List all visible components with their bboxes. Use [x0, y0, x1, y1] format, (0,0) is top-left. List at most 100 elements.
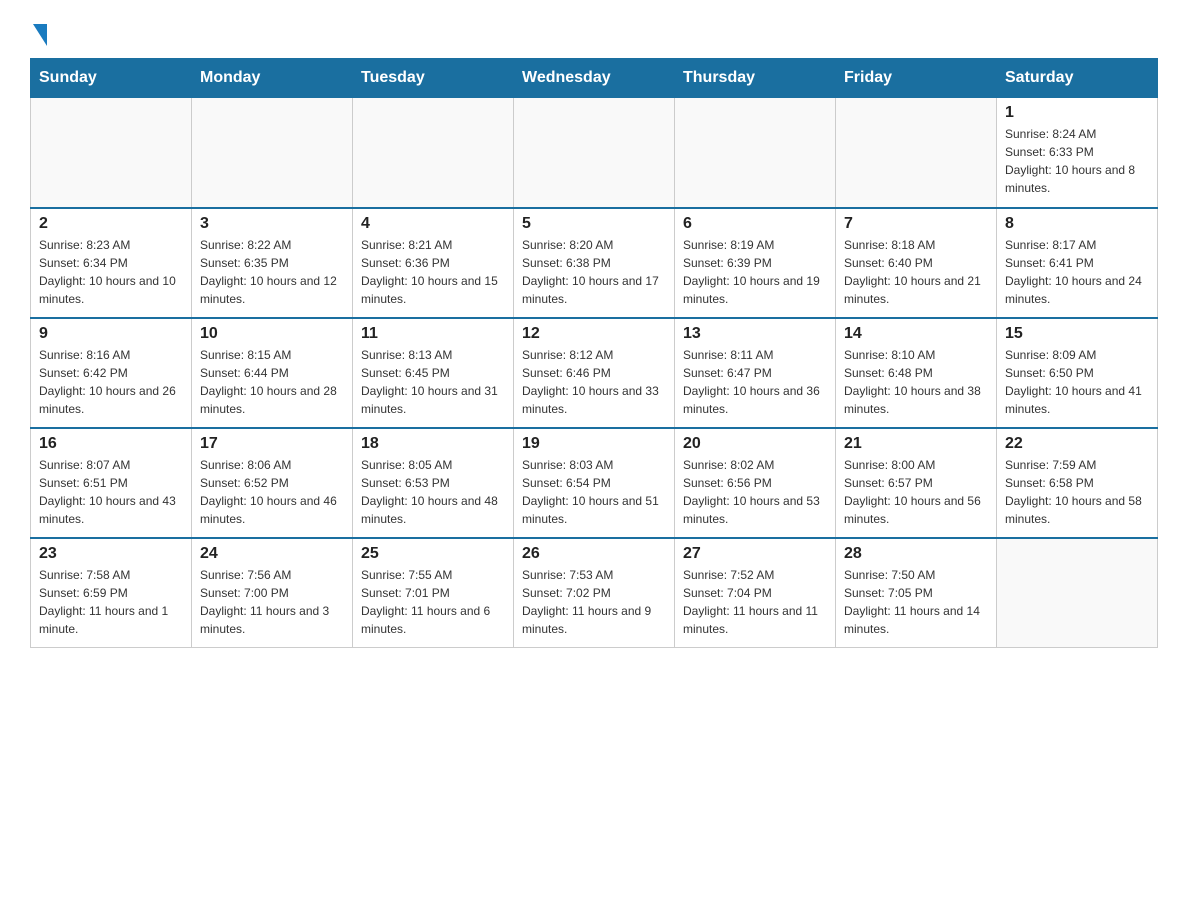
weekday-header-saturday: Saturday — [997, 59, 1158, 98]
day-info: Sunrise: 8:24 AM Sunset: 6:33 PM Dayligh… — [1005, 125, 1149, 197]
day-number: 24 — [200, 545, 344, 563]
day-number: 11 — [361, 325, 505, 343]
calendar-cell: 16Sunrise: 8:07 AM Sunset: 6:51 PM Dayli… — [31, 428, 192, 538]
day-info: Sunrise: 8:03 AM Sunset: 6:54 PM Dayligh… — [522, 456, 666, 528]
page-header — [30, 20, 1158, 42]
day-number: 14 — [844, 325, 988, 343]
day-number: 22 — [1005, 435, 1149, 453]
day-info: Sunrise: 8:23 AM Sunset: 6:34 PM Dayligh… — [39, 236, 183, 308]
day-info: Sunrise: 8:20 AM Sunset: 6:38 PM Dayligh… — [522, 236, 666, 308]
logo — [30, 20, 47, 42]
calendar-cell — [836, 98, 997, 208]
day-info: Sunrise: 7:50 AM Sunset: 7:05 PM Dayligh… — [844, 566, 988, 638]
calendar-cell: 28 Sunrise: 7:50 AM Sunset: 7:05 PM Dayli… — [836, 538, 997, 648]
day-number: 12 — [522, 325, 666, 343]
weekday-header-sunday: Sunday — [31, 59, 192, 98]
calendar-cell: 27 Sunrise: 7:52 AM Sunset: 7:04 PM Dayli… — [675, 538, 836, 648]
day-number: 1 — [1005, 104, 1149, 122]
day-info: Sunrise: 8:18 AM Sunset: 6:40 PM Dayligh… — [844, 236, 988, 308]
calendar-cell: 12 Sunrise: 8:12 AM Sunset: 6:46 PM Dayli… — [514, 318, 675, 428]
calendar-week-row: 16Sunrise: 8:07 AM Sunset: 6:51 PM Dayli… — [31, 428, 1158, 538]
calendar-cell: 25 Sunrise: 7:55 AM Sunset: 7:01 PM Dayli… — [353, 538, 514, 648]
day-number: 28 — [844, 545, 988, 563]
calendar-cell: 10 Sunrise: 8:15 AM Sunset: 6:44 PM Dayli… — [192, 318, 353, 428]
calendar-cell: 26 Sunrise: 7:53 AM Sunset: 7:02 PM Dayli… — [514, 538, 675, 648]
weekday-header-monday: Monday — [192, 59, 353, 98]
day-info: Sunrise: 8:10 AM Sunset: 6:48 PM Dayligh… — [844, 346, 988, 418]
calendar-week-row: 2 Sunrise: 8:23 AM Sunset: 6:34 PM Daylig… — [31, 208, 1158, 318]
day-number: 19 — [522, 435, 666, 453]
weekday-header-thursday: Thursday — [675, 59, 836, 98]
day-number: 15 — [1005, 325, 1149, 343]
day-info: Sunrise: 7:55 AM Sunset: 7:01 PM Dayligh… — [361, 566, 505, 638]
day-info: Sunrise: 8:22 AM Sunset: 6:35 PM Dayligh… — [200, 236, 344, 308]
day-info: Sunrise: 8:00 AM Sunset: 6:57 PM Dayligh… — [844, 456, 988, 528]
day-info: Sunrise: 8:19 AM Sunset: 6:39 PM Dayligh… — [683, 236, 827, 308]
day-info: Sunrise: 7:56 AM Sunset: 7:00 PM Dayligh… — [200, 566, 344, 638]
day-number: 7 — [844, 215, 988, 233]
calendar-cell: 11 Sunrise: 8:13 AM Sunset: 6:45 PM Dayli… — [353, 318, 514, 428]
calendar-cell: 9 Sunrise: 8:16 AM Sunset: 6:42 PM Daylig… — [31, 318, 192, 428]
day-info: Sunrise: 8:13 AM Sunset: 6:45 PM Dayligh… — [361, 346, 505, 418]
day-info: Sunrise: 8:12 AM Sunset: 6:46 PM Dayligh… — [522, 346, 666, 418]
day-info: Sunrise: 8:11 AM Sunset: 6:47 PM Dayligh… — [683, 346, 827, 418]
calendar-cell: 18 Sunrise: 8:05 AM Sunset: 6:53 PM Dayli… — [353, 428, 514, 538]
calendar-cell — [997, 538, 1158, 648]
calendar-cell — [353, 98, 514, 208]
day-number: 4 — [361, 215, 505, 233]
calendar-header-row: SundayMondayTuesdayWednesdayThursdayFrid… — [31, 59, 1158, 98]
calendar-cell: 7 Sunrise: 8:18 AM Sunset: 6:40 PM Daylig… — [836, 208, 997, 318]
day-number: 18 — [361, 435, 505, 453]
day-info: Sunrise: 8:07 AM Sunset: 6:51 PM Dayligh… — [39, 456, 183, 528]
day-info: Sunrise: 7:52 AM Sunset: 7:04 PM Dayligh… — [683, 566, 827, 638]
logo-triangle-icon — [33, 24, 47, 46]
day-info: Sunrise: 8:16 AM Sunset: 6:42 PM Dayligh… — [39, 346, 183, 418]
day-number: 21 — [844, 435, 988, 453]
calendar-cell — [192, 98, 353, 208]
calendar-cell: 20 Sunrise: 8:02 AM Sunset: 6:56 PM Dayli… — [675, 428, 836, 538]
calendar-cell: 15 Sunrise: 8:09 AM Sunset: 6:50 PM Dayli… — [997, 318, 1158, 428]
calendar-cell: 4 Sunrise: 8:21 AM Sunset: 6:36 PM Daylig… — [353, 208, 514, 318]
day-number: 23 — [39, 545, 183, 563]
calendar-cell: 19 Sunrise: 8:03 AM Sunset: 6:54 PM Dayli… — [514, 428, 675, 538]
calendar-table: SundayMondayTuesdayWednesdayThursdayFrid… — [30, 58, 1158, 648]
calendar-cell: 1 Sunrise: 8:24 AM Sunset: 6:33 PM Daylig… — [997, 98, 1158, 208]
calendar-cell: 6Sunrise: 8:19 AM Sunset: 6:39 PM Daylig… — [675, 208, 836, 318]
day-number: 17 — [200, 435, 344, 453]
calendar-cell: 13 Sunrise: 8:11 AM Sunset: 6:47 PM Dayli… — [675, 318, 836, 428]
day-info: Sunrise: 7:53 AM Sunset: 7:02 PM Dayligh… — [522, 566, 666, 638]
day-info: Sunrise: 7:58 AM Sunset: 6:59 PM Dayligh… — [39, 566, 183, 638]
calendar-cell: 24 Sunrise: 7:56 AM Sunset: 7:00 PM Dayli… — [192, 538, 353, 648]
calendar-cell: 21 Sunrise: 8:00 AM Sunset: 6:57 PM Dayli… — [836, 428, 997, 538]
day-number: 9 — [39, 325, 183, 343]
day-info: Sunrise: 8:21 AM Sunset: 6:36 PM Dayligh… — [361, 236, 505, 308]
calendar-cell: 8 Sunrise: 8:17 AM Sunset: 6:41 PM Daylig… — [997, 208, 1158, 318]
day-number: 13 — [683, 325, 827, 343]
day-number: 20 — [683, 435, 827, 453]
calendar-cell: 22Sunrise: 7:59 AM Sunset: 6:58 PM Dayli… — [997, 428, 1158, 538]
day-info: Sunrise: 8:17 AM Sunset: 6:41 PM Dayligh… — [1005, 236, 1149, 308]
day-number: 3 — [200, 215, 344, 233]
calendar-cell — [31, 98, 192, 208]
calendar-cell: 23 Sunrise: 7:58 AM Sunset: 6:59 PM Dayli… — [31, 538, 192, 648]
calendar-week-row: 9 Sunrise: 8:16 AM Sunset: 6:42 PM Daylig… — [31, 318, 1158, 428]
day-info: Sunrise: 8:15 AM Sunset: 6:44 PM Dayligh… — [200, 346, 344, 418]
weekday-header-tuesday: Tuesday — [353, 59, 514, 98]
calendar-cell — [675, 98, 836, 208]
day-number: 8 — [1005, 215, 1149, 233]
calendar-week-row: 1 Sunrise: 8:24 AM Sunset: 6:33 PM Daylig… — [31, 98, 1158, 208]
day-number: 10 — [200, 325, 344, 343]
day-info: Sunrise: 8:02 AM Sunset: 6:56 PM Dayligh… — [683, 456, 827, 528]
weekday-header-wednesday: Wednesday — [514, 59, 675, 98]
day-number: 25 — [361, 545, 505, 563]
day-info: Sunrise: 8:09 AM Sunset: 6:50 PM Dayligh… — [1005, 346, 1149, 418]
calendar-cell: 2 Sunrise: 8:23 AM Sunset: 6:34 PM Daylig… — [31, 208, 192, 318]
day-number: 26 — [522, 545, 666, 563]
day-number: 5 — [522, 215, 666, 233]
calendar-cell: 3 Sunrise: 8:22 AM Sunset: 6:35 PM Daylig… — [192, 208, 353, 318]
day-number: 27 — [683, 545, 827, 563]
day-info: Sunrise: 8:05 AM Sunset: 6:53 PM Dayligh… — [361, 456, 505, 528]
day-info: Sunrise: 8:06 AM Sunset: 6:52 PM Dayligh… — [200, 456, 344, 528]
day-number: 2 — [39, 215, 183, 233]
calendar-cell: 14 Sunrise: 8:10 AM Sunset: 6:48 PM Dayli… — [836, 318, 997, 428]
